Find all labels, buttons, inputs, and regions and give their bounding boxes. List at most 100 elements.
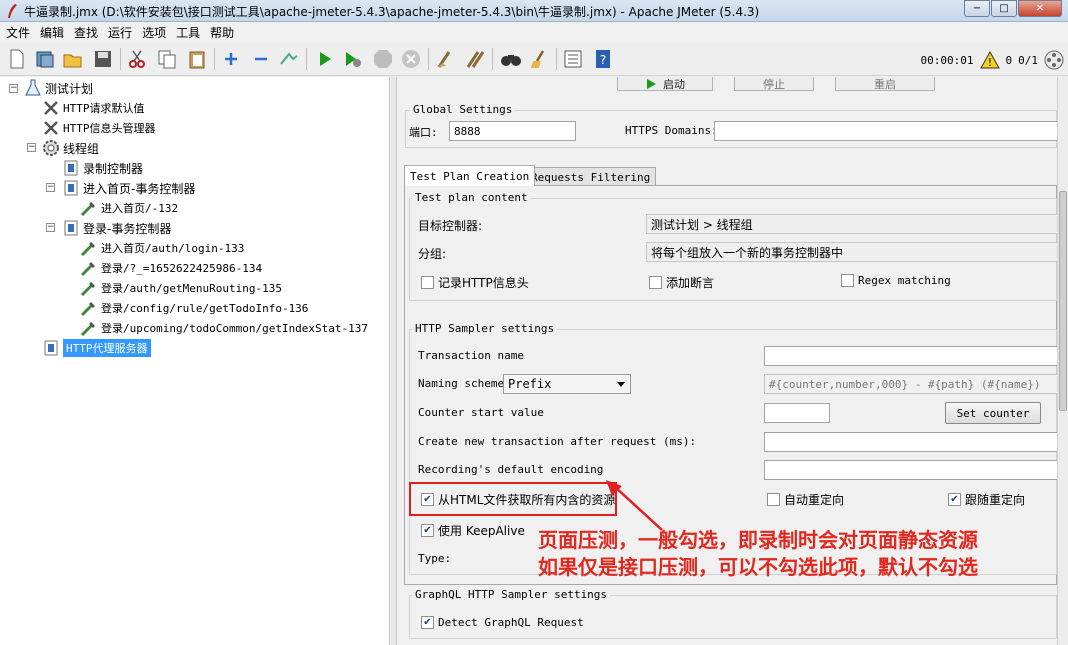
toggle-icon[interactable] [278, 48, 300, 70]
templates-icon[interactable] [34, 48, 56, 70]
checkbox-box [767, 493, 780, 506]
port-label: 端口: [409, 126, 438, 139]
checkbox-box: ✔ [421, 524, 434, 537]
save-icon[interactable] [92, 48, 114, 70]
grouping-select[interactable]: 将每个组放入一个新的事务控制器中 [646, 242, 1057, 262]
menu-run[interactable]: 运行 [108, 24, 132, 41]
window-title: 牛逼录制.jmx (D:\软件安装包\接口测试工具\apache-jmeter-… [24, 5, 760, 19]
window-controls: − □ ✕ [963, 0, 1062, 17]
new-icon[interactable] [6, 48, 28, 70]
tree-item-txn-login[interactable]: 登录-事务控制器 [62, 218, 171, 238]
close-button[interactable]: ✕ [1018, 0, 1062, 17]
clear-icon[interactable] [434, 48, 456, 70]
reset-search-broom-icon[interactable] [528, 48, 550, 70]
detect-graphql-checkbox[interactable]: ✔ Detect GraphQL Request [421, 616, 584, 629]
tree-item-thread-group[interactable]: 线程组 [42, 138, 99, 158]
stop-icon[interactable] [372, 48, 394, 70]
scrollbar-thumb[interactable] [1059, 191, 1067, 411]
start-icon[interactable] [314, 48, 336, 70]
function-helper-icon[interactable] [562, 48, 584, 70]
config-wrench-icon [42, 99, 60, 117]
jmeter-feather-icon [8, 4, 17, 18]
transaction-name-input[interactable] [764, 346, 1057, 366]
https-domains-input[interactable] [714, 121, 1057, 141]
expand-all-icon[interactable] [220, 48, 242, 70]
dropdown-arrow-icon [617, 382, 625, 387]
counter-start-label: Counter start value [418, 406, 544, 419]
follow-redirects-checkbox[interactable]: ✔ 跟随重定向 [948, 491, 1025, 508]
naming-scheme-select[interactable]: Prefix [503, 374, 631, 394]
shutdown-icon[interactable] [400, 48, 422, 70]
collapse-toggle[interactable]: − [46, 223, 55, 232]
clear-all-icon[interactable] [464, 48, 486, 70]
target-controller-label: 目标控制器: [418, 219, 483, 233]
tree-item-sampler[interactable]: 登录/config/rule/getTodoInfo-136 [80, 298, 308, 318]
menu-tools[interactable]: 工具 [176, 24, 200, 41]
menu-edit[interactable]: 编辑 [40, 24, 64, 41]
start-no-pause-icon[interactable] [342, 48, 364, 70]
controller-icon [62, 219, 80, 237]
proxy-server-icon [42, 339, 60, 357]
minimize-button[interactable]: − [964, 0, 990, 17]
stop-proxy-button[interactable]: 停止 [734, 77, 814, 91]
restart-proxy-button[interactable]: 重启 [835, 77, 935, 91]
svg-text:!: ! [987, 56, 991, 69]
start-proxy-button[interactable]: 启动 [617, 77, 713, 91]
warning-icon[interactable]: ! [979, 51, 1000, 69]
annotation-highlight-box [409, 482, 617, 516]
tree-item-recorder[interactable]: 录制控制器 [62, 158, 143, 178]
type-label: Type: [418, 552, 452, 565]
https-domains-label: HTTPS Domains: [625, 124, 718, 137]
create-transaction-label: Create new transaction after request (ms… [418, 435, 697, 448]
test-plan-flask-icon [24, 79, 42, 97]
tree-item-sampler[interactable]: 登录/auth/getMenuRouting-135 [80, 278, 282, 298]
create-transaction-input[interactable] [764, 432, 1057, 452]
tree-item-proxy-server[interactable]: HTTP代理服务器 [42, 338, 151, 358]
sampler-pipette-icon [80, 199, 98, 217]
regex-matching-checkbox[interactable]: Regex matching [841, 274, 951, 287]
open-icon[interactable] [62, 48, 84, 70]
menu-search[interactable]: 查找 [74, 24, 98, 41]
naming-format-input[interactable]: #{counter,number,000} - #{path} (#{name}… [764, 374, 1057, 394]
thread-group-gear-icon [42, 139, 60, 157]
tree-item-test-plan[interactable]: 测试计划 [24, 78, 93, 98]
collapse-toggle[interactable]: − [46, 183, 55, 192]
thread-count: 0/1 [1018, 53, 1038, 67]
menu-options[interactable]: 选项 [142, 24, 166, 41]
default-encoding-label: Recording's default encoding [418, 463, 604, 476]
keepalive-checkbox[interactable]: ✔ 使用 KeepAlive [421, 522, 525, 539]
auto-redirect-checkbox[interactable]: 自动重定向 [767, 491, 844, 508]
status-area: 00:00:01 ! 0 0/1 [915, 50, 1064, 70]
tree-item-sampler[interactable]: 登录/upcoming/todoCommon/getIndexStat-137 [80, 318, 368, 338]
checkbox-box: ✔ [421, 616, 434, 629]
tree-item-header-manager[interactable]: HTTP信息头管理器 [42, 118, 156, 138]
tab-requests-filtering[interactable]: Requests Filtering [525, 167, 657, 187]
test-plan-content-legend: Test plan content [412, 191, 531, 204]
cut-icon[interactable] [126, 48, 148, 70]
vertical-scrollbar[interactable] [1057, 77, 1068, 645]
tree-item-sampler[interactable]: 进入首页/auth/login-133 [80, 238, 244, 258]
tree-item-http-defaults[interactable]: HTTP请求默认值 [42, 98, 145, 118]
tree-item-txn-home[interactable]: 进入首页-事务控制器 [62, 178, 195, 198]
default-encoding-input[interactable] [764, 460, 1057, 480]
tab-test-plan-creation[interactable]: Test Plan Creation [404, 165, 536, 186]
collapse-all-icon[interactable] [250, 48, 272, 70]
help-icon[interactable]: ? [592, 48, 614, 70]
maximize-button[interactable]: □ [991, 0, 1017, 17]
set-counter-button[interactable]: Set counter [945, 402, 1041, 424]
sampler-pipette-icon [80, 239, 98, 257]
add-assertions-checkbox[interactable]: 添加断言 [649, 274, 714, 291]
record-headers-checkbox[interactable]: 记录HTTP信息头 [421, 274, 529, 291]
port-input[interactable]: 8888 [449, 121, 576, 141]
tree-item-sampler[interactable]: 登录/?_=1652622425986-134 [80, 258, 262, 278]
paste-icon[interactable] [186, 48, 208, 70]
tree-item-sampler[interactable]: 进入首页/-132 [80, 198, 178, 218]
menu-help[interactable]: 帮助 [210, 24, 234, 41]
search-binoculars-icon[interactable] [500, 48, 522, 70]
collapse-toggle[interactable]: − [9, 84, 18, 93]
counter-start-input[interactable] [764, 403, 830, 423]
target-controller-select[interactable]: 测试计划 > 线程组 [646, 214, 1057, 234]
menu-file[interactable]: 文件 [6, 24, 30, 41]
collapse-toggle[interactable]: − [27, 143, 36, 152]
copy-icon[interactable] [156, 48, 178, 70]
